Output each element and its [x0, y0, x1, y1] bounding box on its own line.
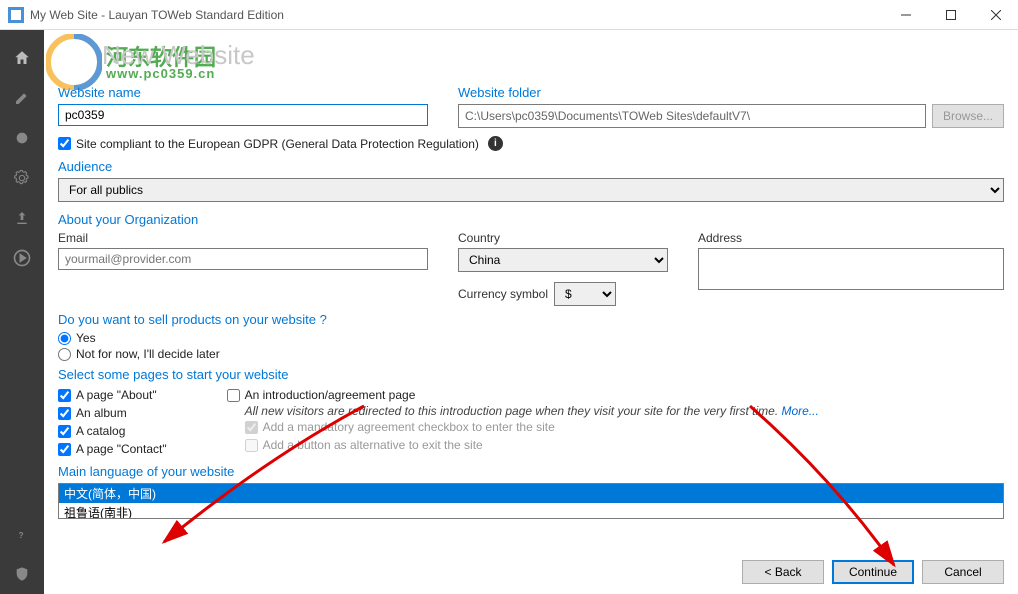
page-album-checkbox[interactable]: [58, 407, 71, 420]
website-folder-label: Website folder: [458, 85, 1004, 100]
pages-heading: Select some pages to start your website: [58, 367, 1004, 382]
back-button[interactable]: < Back: [742, 560, 824, 584]
country-select[interactable]: China: [458, 248, 668, 272]
address-textarea[interactable]: [698, 248, 1004, 290]
page-title: New Website: [102, 40, 1004, 71]
country-label: Country: [458, 231, 668, 245]
continue-button[interactable]: Continue: [832, 560, 914, 584]
lang-heading: Main language of your website: [58, 464, 1004, 479]
titlebar: My Web Site - Lauyan TOWeb Standard Edit…: [0, 0, 1018, 30]
sidebar-edit-icon[interactable]: [0, 78, 44, 118]
close-button[interactable]: [973, 0, 1018, 29]
sidebar: ?: [0, 30, 44, 594]
audience-label: Audience: [58, 159, 1004, 174]
email-label: Email: [58, 231, 428, 245]
lang-option-0[interactable]: 中文(简体，中国): [59, 484, 1003, 503]
audience-select[interactable]: For all publics: [58, 178, 1004, 202]
sidebar-upload-icon[interactable]: [0, 198, 44, 238]
sell-no-radio[interactable]: [58, 348, 71, 361]
email-field[interactable]: [58, 248, 428, 270]
info-icon[interactable]: i: [488, 136, 503, 151]
sell-heading: Do you want to sell products on your web…: [58, 312, 1004, 327]
maximize-button[interactable]: [928, 0, 973, 29]
sidebar-settings-icon[interactable]: [0, 158, 44, 198]
page-contact-checkbox[interactable]: [58, 443, 71, 456]
website-folder-input[interactable]: [458, 104, 926, 128]
language-listbox[interactable]: 中文(简体，中国) 祖鲁语(南非): [58, 483, 1004, 519]
sidebar-preview-icon[interactable]: [0, 238, 44, 278]
currency-select[interactable]: $: [554, 282, 616, 306]
page-intro-checkbox[interactable]: [227, 389, 240, 402]
browse-button[interactable]: Browse...: [932, 104, 1004, 128]
sidebar-home-icon[interactable]: [0, 38, 44, 78]
address-label: Address: [698, 231, 1004, 245]
more-link[interactable]: More...: [782, 404, 819, 418]
website-name-label: Website name: [58, 85, 428, 100]
gdpr-checkbox[interactable]: [58, 137, 71, 150]
sidebar-help-icon[interactable]: ?: [0, 514, 44, 554]
gdpr-label: Site compliant to the European GDPR (Gen…: [76, 137, 479, 151]
sidebar-shield-icon[interactable]: [0, 554, 44, 594]
exitbtn-checkbox: [245, 439, 258, 452]
svg-text:?: ?: [19, 531, 24, 540]
window-title: My Web Site - Lauyan TOWeb Standard Edit…: [30, 8, 883, 22]
page-catalog-checkbox[interactable]: [58, 425, 71, 438]
cancel-button[interactable]: Cancel: [922, 560, 1004, 584]
page-about-checkbox[interactable]: [58, 389, 71, 402]
intro-hint: All new visitors are redirected to this …: [245, 404, 779, 418]
app-icon: [8, 7, 24, 23]
sidebar-theme-icon[interactable]: [0, 118, 44, 158]
minimize-button[interactable]: [883, 0, 928, 29]
currency-label: Currency symbol: [458, 287, 548, 301]
mandatory-checkbox: [245, 421, 258, 434]
sell-yes-radio[interactable]: [58, 332, 71, 345]
website-name-input[interactable]: [58, 104, 428, 126]
org-heading: About your Organization: [58, 212, 1004, 227]
lang-option-1[interactable]: 祖鲁语(南非): [59, 503, 1003, 519]
